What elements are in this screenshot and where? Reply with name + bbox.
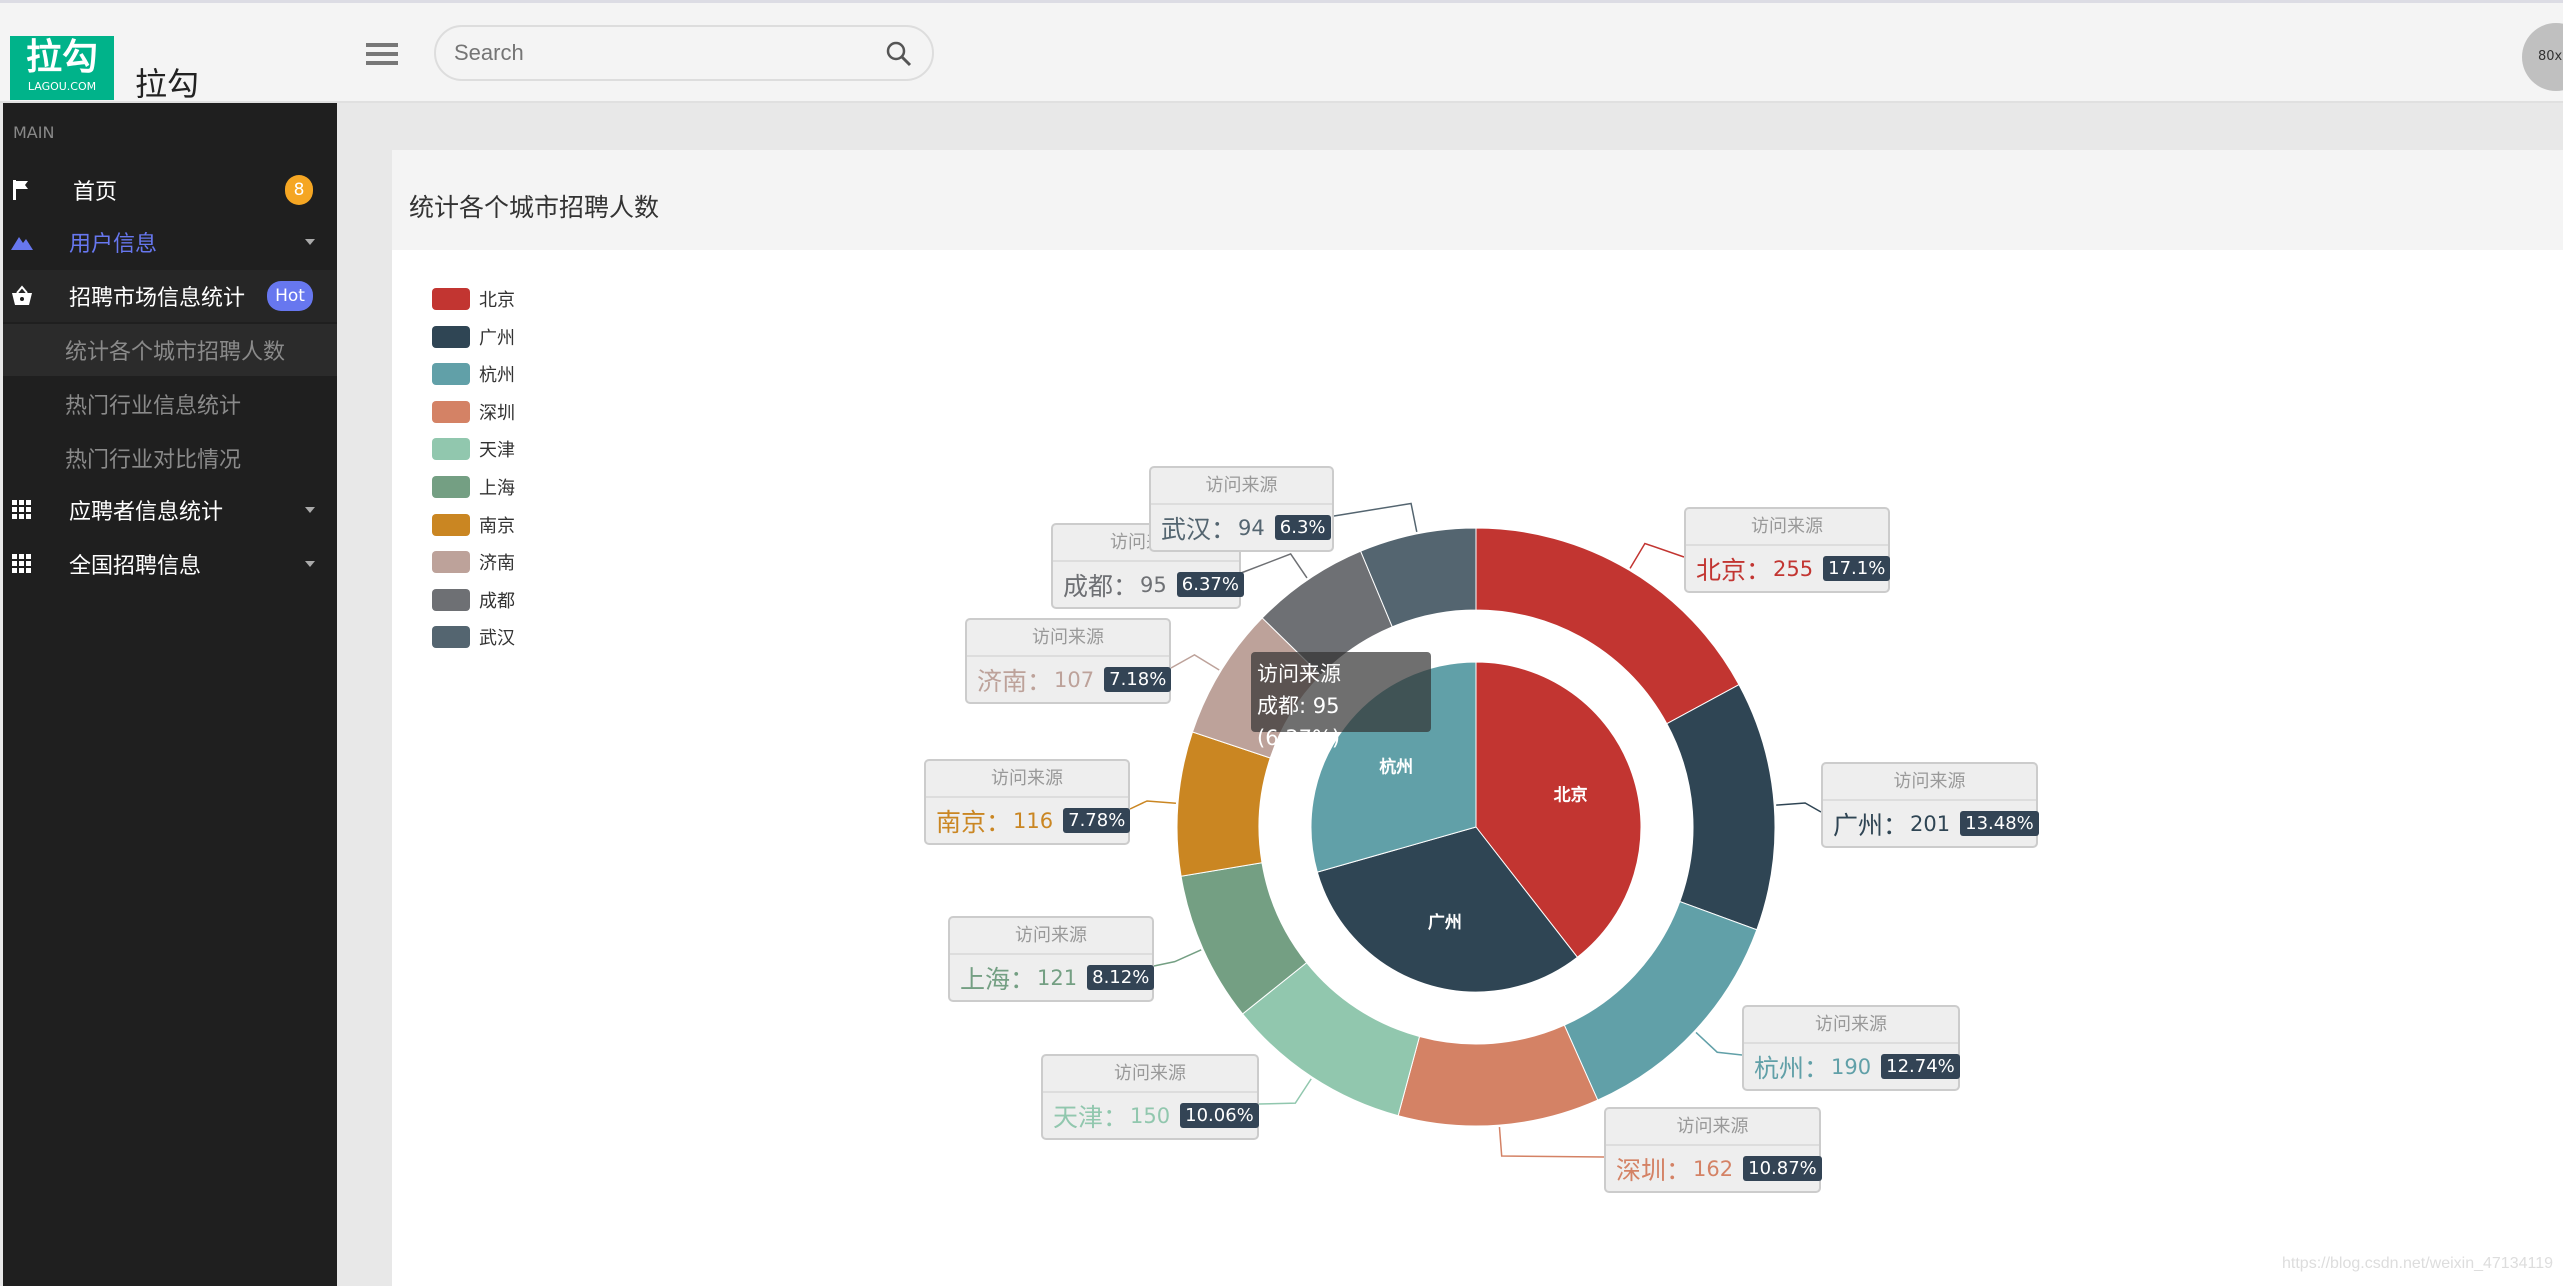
chart-tooltip: 访问来源 成都: 95 (6.37%) <box>1251 652 1431 750</box>
outer-slice-广州[interactable] <box>1666 683 1776 931</box>
label-city: 北京 <box>1696 555 1747 585</box>
label-series: 访问来源 <box>950 918 1152 955</box>
label-sep: ： <box>1010 964 1036 994</box>
label-percent: 13.48% <box>1960 811 2039 836</box>
slice-label-box: 访问来源杭州： 190 12.74% <box>1742 1005 1960 1091</box>
label-sep: ： <box>1211 514 1237 544</box>
label-percent: 8.12% <box>1087 965 1155 990</box>
label-sep: ： <box>1113 571 1139 601</box>
slice-label-box: 访问来源上海： 121 8.12% <box>948 916 1155 1002</box>
label-city: 天津 <box>1053 1102 1104 1132</box>
label-value: 121 <box>1037 965 1078 990</box>
slice-label-box: 访问来源天津： 150 10.06% <box>1041 1054 1259 1140</box>
label-sep: ： <box>986 807 1012 837</box>
label-leader-line <box>1129 800 1176 810</box>
outer-slice-深圳[interactable] <box>1397 1024 1599 1127</box>
inner-slice-label: 广州 <box>1428 912 1462 933</box>
label-sep: ： <box>1666 1155 1692 1185</box>
slice-label-box: 访问来源广州： 201 13.48% <box>1821 762 2039 848</box>
label-percent: 10.06% <box>1180 1103 1259 1128</box>
label-city: 广州 <box>1833 810 1884 840</box>
slice-label-box: 访问来源深圳： 162 10.87% <box>1604 1107 1822 1193</box>
label-leader-line <box>1629 542 1685 569</box>
label-series: 访问来源 <box>1686 509 1888 546</box>
label-sep: ： <box>1746 555 1772 585</box>
slice-label-box: 访问来源济南： 107 7.18% <box>965 618 1172 704</box>
label-city: 成都 <box>1063 571 1114 601</box>
label-value: 162 <box>1693 1156 1734 1181</box>
label-sep: ： <box>1804 1053 1830 1083</box>
label-leader-line <box>1240 553 1308 579</box>
label-leader-line <box>1170 653 1220 671</box>
label-city: 杭州 <box>1754 1053 1805 1083</box>
label-city: 武汉 <box>1161 514 1212 544</box>
label-series: 访问来源 <box>1823 764 2036 801</box>
label-city: 上海 <box>960 964 1011 994</box>
label-value: 94 <box>1238 515 1265 540</box>
inner-slice-label: 北京 <box>1554 785 1588 806</box>
label-sep: ： <box>1027 666 1053 696</box>
label-leader-line <box>1153 949 1202 967</box>
label-value: 95 <box>1140 572 1167 597</box>
label-leader-line <box>1258 1078 1312 1105</box>
label-value: 255 <box>1773 556 1814 581</box>
label-series: 访问来源 <box>1606 1109 1819 1146</box>
label-value: 150 <box>1130 1103 1171 1128</box>
label-leader-line <box>1498 1127 1605 1158</box>
label-percent: 10.87% <box>1743 1156 1822 1181</box>
label-value: 116 <box>1013 808 1054 833</box>
label-series: 访问来源 <box>1043 1056 1257 1093</box>
label-percent: 17.1% <box>1823 556 1891 581</box>
label-percent: 7.78% <box>1063 808 1131 833</box>
watermark: https://blog.csdn.net/weixin_47134119 <box>2282 1255 2554 1272</box>
label-series: 访问来源 <box>1744 1007 1958 1044</box>
slice-label-box: 访问来源武汉： 94 6.3% <box>1149 466 1334 552</box>
label-series: 访问来源 <box>926 761 1128 798</box>
label-city: 深圳 <box>1616 1155 1667 1185</box>
label-series: 访问来源 <box>967 620 1169 657</box>
label-value: 190 <box>1831 1054 1872 1079</box>
label-percent: 7.18% <box>1104 667 1172 692</box>
label-sep: ： <box>1103 1102 1129 1132</box>
label-value: 201 <box>1910 811 1951 836</box>
label-percent: 6.37% <box>1176 572 1244 597</box>
label-leader-line <box>1776 802 1822 813</box>
slice-label-box: 访问来源南京： 116 7.78% <box>924 759 1131 845</box>
label-leader-line <box>1333 502 1418 533</box>
slice-label-box: 访问来源北京： 255 17.1% <box>1684 507 1891 593</box>
label-city: 南京 <box>936 807 987 837</box>
label-sep: ： <box>1883 810 1909 840</box>
pie-chart: 北京广州杭州 <box>1129 502 1822 1158</box>
label-percent: 6.3% <box>1274 515 1331 540</box>
label-city: 济南 <box>977 666 1028 696</box>
label-value: 107 <box>1054 667 1095 692</box>
label-leader-line <box>1695 1031 1743 1056</box>
inner-slice-label: 杭州 <box>1379 757 1413 778</box>
label-series: 访问来源 <box>1151 468 1332 505</box>
label-percent: 12.74% <box>1881 1054 1960 1079</box>
